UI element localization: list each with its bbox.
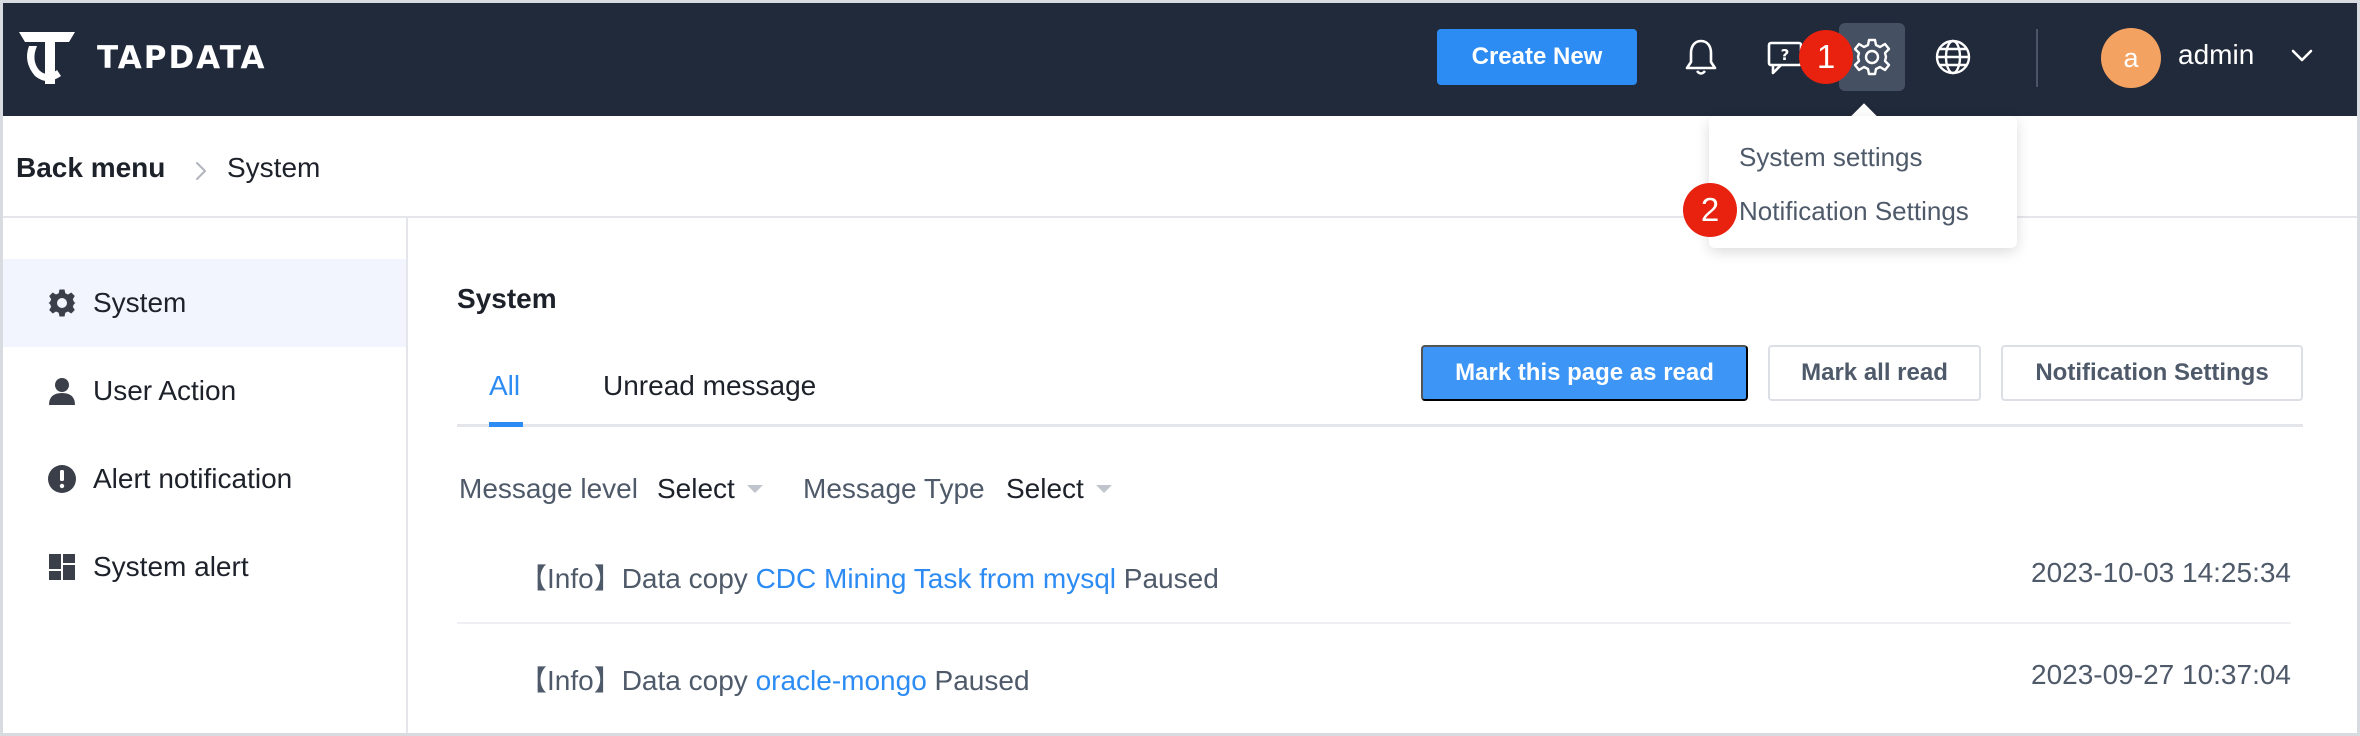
globe-icon	[1935, 39, 1971, 75]
task-link[interactable]: CDC Mining Task from mysql	[756, 563, 1116, 594]
message-time: 2023-10-03 14:25:34	[2031, 557, 2291, 588]
message-level-select[interactable]: Select	[657, 473, 735, 505]
sidebar-item-label: System alert	[93, 551, 249, 582]
tabs-divider	[457, 424, 2303, 427]
step-badge-2: 2	[1683, 183, 1737, 237]
row-divider	[457, 622, 2291, 624]
header-divider	[2036, 29, 2038, 87]
sidebar-item-label: System	[93, 287, 187, 318]
message-type-label: Message Type	[803, 473, 985, 504]
notification-settings-button[interactable]: Notification Settings	[2001, 345, 2303, 401]
active-tab-indicator	[489, 422, 523, 427]
dashboard-icon	[47, 552, 77, 582]
sidebar: System User Action Alert notification Sy…	[3, 218, 408, 733]
mark-page-read-button[interactable]: Mark this page as read	[1421, 345, 1748, 401]
sidebar-item-user-action[interactable]: User Action	[3, 347, 406, 435]
sidebar-item-alert-notification[interactable]: Alert notification	[3, 435, 406, 523]
message-time: 2023-09-27 10:37:04	[2031, 659, 2291, 690]
step-badge-1: 1	[1799, 30, 1853, 84]
app-window: TAPDATA Create New ? a admin 1 2 System …	[0, 0, 2360, 736]
message-prefix: 【Info】Data copy	[519, 665, 748, 696]
tapdata-logo[interactable]: TAPDATA	[15, 29, 267, 87]
mark-all-read-button[interactable]: Mark all read	[1768, 345, 1981, 401]
settings-dropdown-menu: System settings Notification Settings	[1709, 116, 2017, 248]
message-text: 【Info】Data copy CDC Mining Task from mys…	[519, 557, 1219, 597]
breadcrumb-back-link[interactable]: Back menu	[16, 152, 165, 184]
menu-item-system-settings[interactable]: System settings	[1739, 142, 1923, 173]
alert-icon	[47, 464, 77, 494]
caret-down-icon[interactable]	[1096, 485, 1112, 493]
message-level-label: Message level	[459, 473, 638, 504]
sidebar-item-system-alert[interactable]: System alert	[3, 523, 406, 611]
message-text: 【Info】Data copy oracle-mongo Paused	[519, 659, 1030, 699]
list-item: 【Info】Data copy CDC Mining Task from mys…	[457, 543, 2291, 643]
message-status: Paused	[1123, 563, 1219, 594]
task-link[interactable]: oracle-mongo	[756, 665, 927, 696]
tab-all[interactable]: All	[489, 370, 520, 402]
caret-down-icon[interactable]	[747, 485, 763, 493]
message-status: Paused	[934, 665, 1030, 696]
chevron-right-icon	[196, 162, 206, 180]
language-button[interactable]	[1923, 29, 1983, 85]
gear-icon	[47, 288, 77, 318]
breadcrumb-current: System	[227, 152, 321, 183]
message-type-select[interactable]: Select	[1006, 473, 1084, 505]
create-new-button[interactable]: Create New	[1437, 29, 1637, 85]
bell-icon	[1685, 39, 1717, 75]
user-icon	[47, 376, 77, 406]
gear-icon	[1853, 38, 1891, 76]
user-name[interactable]: admin	[2178, 39, 2254, 71]
notification-bell-button[interactable]	[1671, 29, 1731, 85]
message-prefix: 【Info】Data copy	[519, 563, 748, 594]
svg-text:?: ?	[1781, 46, 1790, 64]
chevron-down-icon[interactable]	[2289, 43, 2315, 69]
logo-mark-icon	[19, 32, 75, 84]
brand-name: TAPDATA	[97, 40, 267, 76]
sidebar-item-label: Alert notification	[93, 463, 293, 494]
sidebar-item-system[interactable]: System	[3, 259, 406, 347]
top-nav-bar: TAPDATA Create New ? a admin	[3, 3, 2357, 116]
page-title: System	[457, 283, 557, 314]
tab-unread-message[interactable]: Unread message	[603, 370, 816, 402]
list-item: 【Info】Data copy oracle-mongo Paused 2023…	[457, 645, 2291, 733]
menu-item-notification-settings[interactable]: Notification Settings	[1739, 196, 1969, 227]
sidebar-item-label: User Action	[93, 375, 237, 406]
avatar[interactable]: a	[2101, 28, 2161, 88]
